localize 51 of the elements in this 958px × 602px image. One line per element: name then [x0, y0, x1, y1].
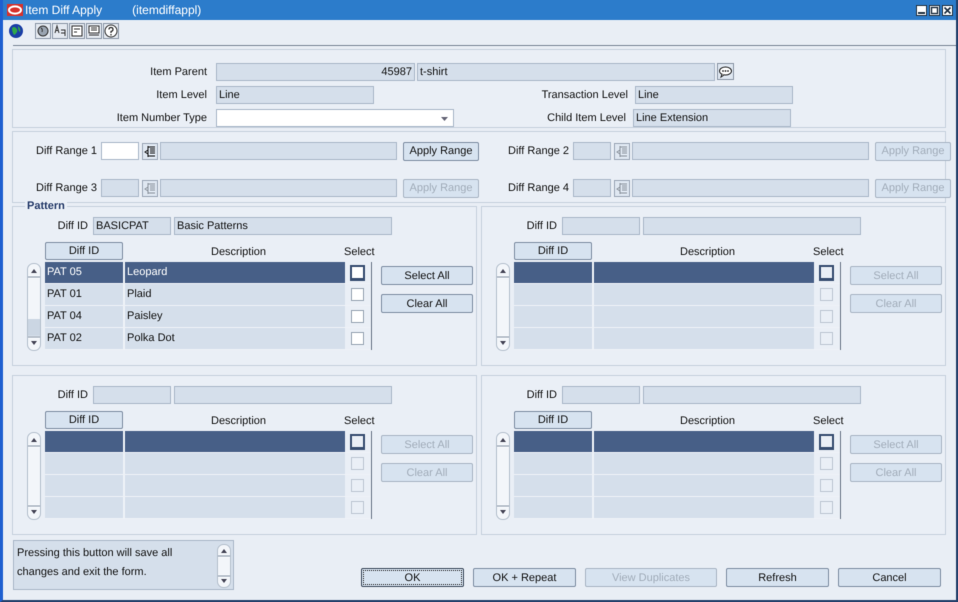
apply-range-button[interactable]: Apply Range: [403, 142, 479, 160]
select-button[interactable]: Select All: [381, 266, 473, 285]
column-header: Select: [344, 415, 375, 427]
field-label: Item Number Type: [116, 112, 207, 124]
section-title: Pattern: [25, 200, 67, 212]
column-header: Description: [211, 246, 266, 258]
field-label: Diff ID: [526, 220, 557, 232]
action-button[interactable]: OK: [361, 568, 464, 587]
field-label: Diff Range 1: [35, 145, 97, 157]
column-header-button[interactable]: Diff ID: [45, 411, 123, 429]
column-header: Description: [680, 246, 736, 258]
table-cell[interactable]: PAT 02: [45, 328, 125, 349]
input-field[interactable]: Line: [216, 86, 374, 104]
field-label: Child Item Level: [546, 112, 626, 124]
column-header: Select: [813, 415, 844, 427]
table-cell[interactable]: Paisley: [125, 306, 345, 327]
table-cell[interactable]: Plaid: [125, 284, 345, 305]
field-label: Item Level: [155, 88, 207, 100]
window-title: Item Diff Apply: [25, 3, 102, 17]
column-header: Description: [211, 415, 266, 427]
hint-text: Pressing this button will save all changes and exit the form.: [17, 546, 174, 580]
field-label: Diff ID: [56, 389, 88, 401]
column-header: Select: [344, 246, 375, 258]
select-button[interactable]: Clear All: [381, 294, 473, 313]
table-cell[interactable]: PAT 01: [45, 284, 125, 305]
field-label: Diff Range 2: [507, 145, 569, 157]
column-header: Select: [813, 246, 844, 258]
action-button[interactable]: Refresh: [726, 568, 829, 587]
column-header-button[interactable]: Diff ID: [514, 242, 592, 260]
field-label: Transaction Level: [540, 88, 628, 100]
input-field[interactable]: 45987: [216, 62, 415, 80]
column-header: Description: [680, 415, 736, 427]
column-header-button[interactable]: Diff ID: [514, 411, 592, 429]
column-header-button[interactable]: Diff ID: [45, 242, 123, 260]
input-field[interactable]: t-shirt: [417, 62, 715, 80]
field-label: Item Parent: [149, 66, 207, 78]
input-field[interactable]: BASICPAT: [93, 217, 171, 235]
table-cell[interactable]: Polka Dot: [125, 328, 345, 349]
field-label: Diff ID: [526, 389, 557, 401]
field-label: Diff Range 4: [507, 182, 569, 194]
form-name: (itemdiffappl): [132, 3, 202, 17]
input-field[interactable]: Basic Patterns: [174, 217, 392, 235]
table-cell[interactable]: PAT 04: [45, 306, 125, 327]
table-cell[interactable]: Leopard: [125, 262, 345, 283]
field-label: Diff Range 3: [35, 182, 97, 194]
table-cell[interactable]: PAT 05: [45, 262, 125, 283]
action-button[interactable]: Cancel: [838, 568, 941, 587]
action-button[interactable]: OK + Repeat: [473, 568, 576, 587]
input-field[interactable]: Line Extension: [633, 108, 791, 126]
input-field[interactable]: Line: [635, 86, 793, 104]
field-label: Diff ID: [56, 220, 88, 232]
